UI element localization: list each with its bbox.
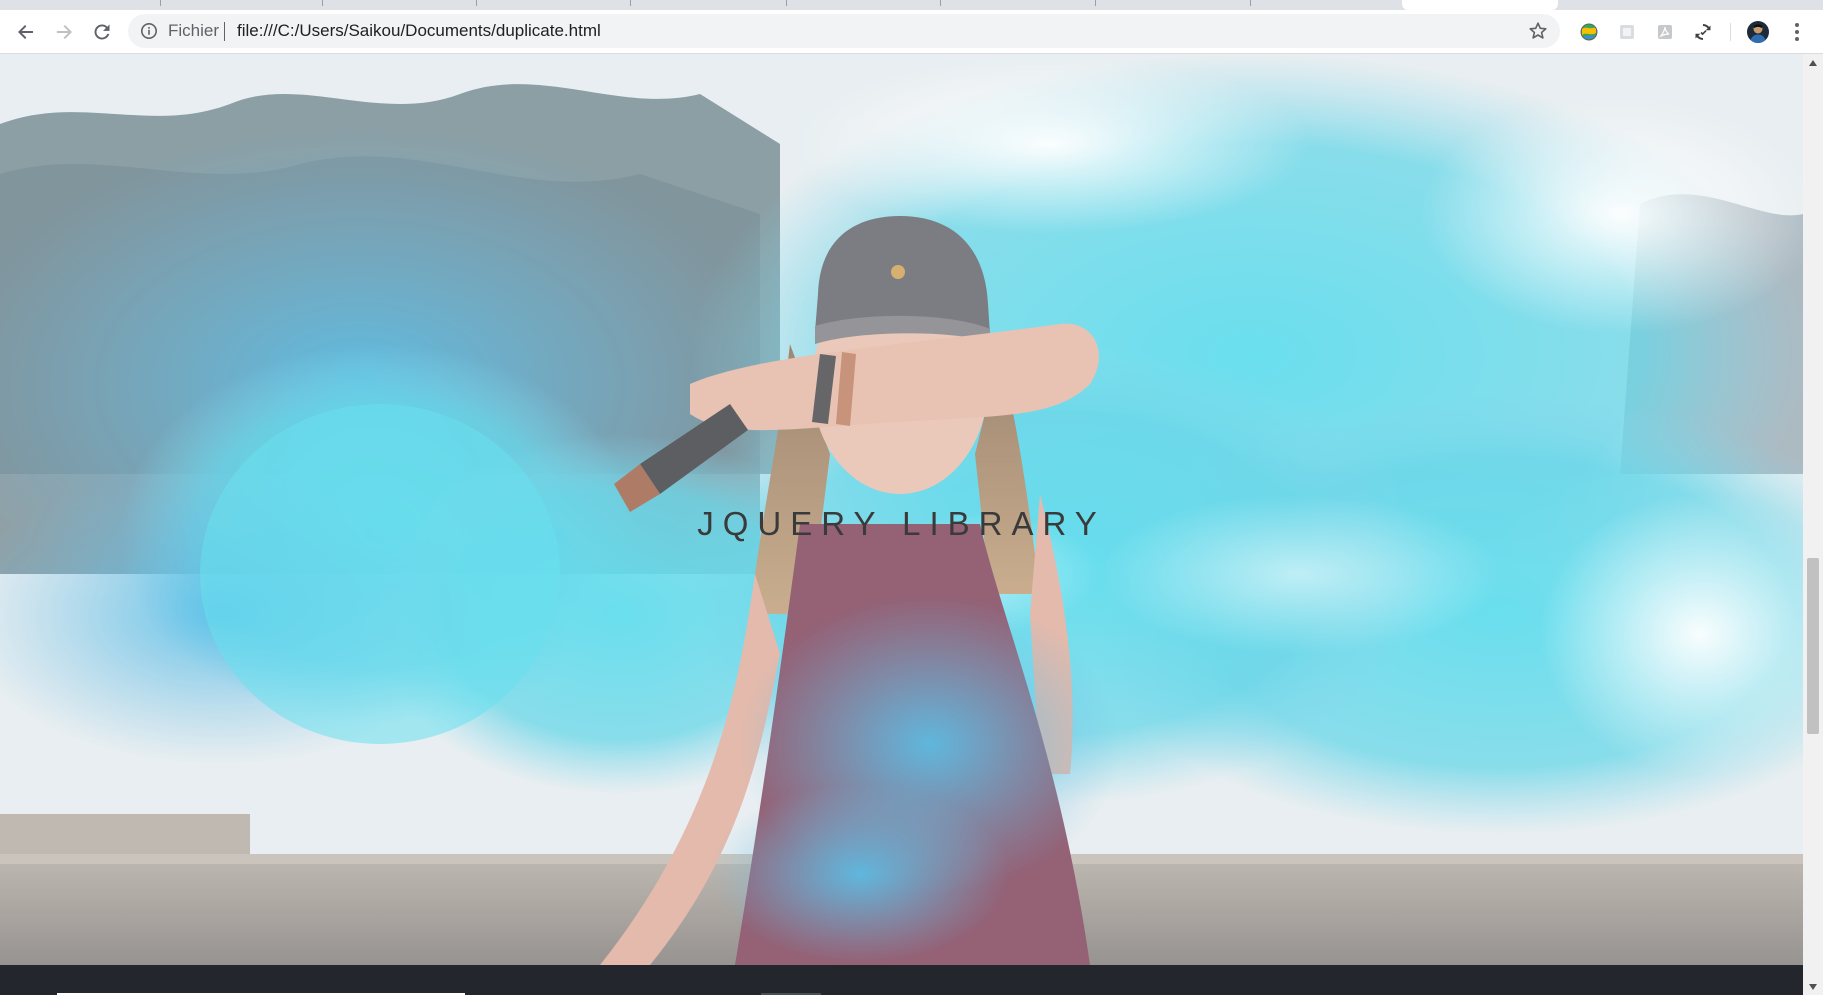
caret-down-icon [1809, 983, 1817, 990]
omnibox-divider [224, 22, 225, 41]
url-text[interactable]: file:///C:/Users/Saikou/Documents/duplic… [237, 22, 601, 40]
browser-toolbar: Fichier file:///C:/Users/Saikou/Document… [0, 10, 1823, 54]
avatar-icon [1747, 21, 1769, 43]
scrollbar-thumb[interactable] [1807, 558, 1819, 734]
pdf-extension-icon [1658, 25, 1672, 39]
vertical-scrollbar[interactable] [1803, 54, 1823, 995]
active-tab[interactable] [1402, 0, 1558, 10]
page-footer-bar [0, 965, 1803, 995]
page-viewport: JQUERY LIBRARY [0, 54, 1803, 995]
sync-button[interactable] [1692, 21, 1714, 43]
caret-up-icon [1809, 59, 1817, 66]
toolbar-separator [1730, 23, 1731, 41]
forward-button[interactable] [49, 17, 79, 47]
menu-button[interactable] [1786, 21, 1808, 43]
profile-avatar[interactable] [1746, 20, 1770, 44]
sync-icon [1695, 24, 1711, 40]
address-bar[interactable]: Fichier file:///C:/Users/Saikou/Document… [128, 14, 1560, 48]
square-extension-icon [1620, 25, 1634, 39]
extension-icon[interactable] [1578, 21, 1600, 43]
back-button[interactable] [11, 17, 41, 47]
hero-section: JQUERY LIBRARY [0, 54, 1803, 965]
globe-extension-icon [1580, 23, 1598, 41]
extension-icon[interactable] [1654, 21, 1676, 43]
scroll-up-button[interactable] [1803, 54, 1823, 71]
info-icon[interactable] [140, 22, 158, 40]
menu-icon [1795, 23, 1799, 41]
hero-title: JQUERY LIBRARY [697, 505, 1106, 543]
reload-icon [94, 24, 110, 40]
tab-strip [0, 0, 1823, 10]
reload-button[interactable] [87, 17, 117, 47]
extension-icon[interactable] [1616, 21, 1638, 43]
url-scheme-label: Fichier [168, 21, 220, 40]
bookmark-star-icon[interactable] [1528, 21, 1548, 41]
scroll-down-button[interactable] [1803, 978, 1823, 995]
back-icon [18, 25, 33, 39]
forward-icon [57, 25, 72, 39]
